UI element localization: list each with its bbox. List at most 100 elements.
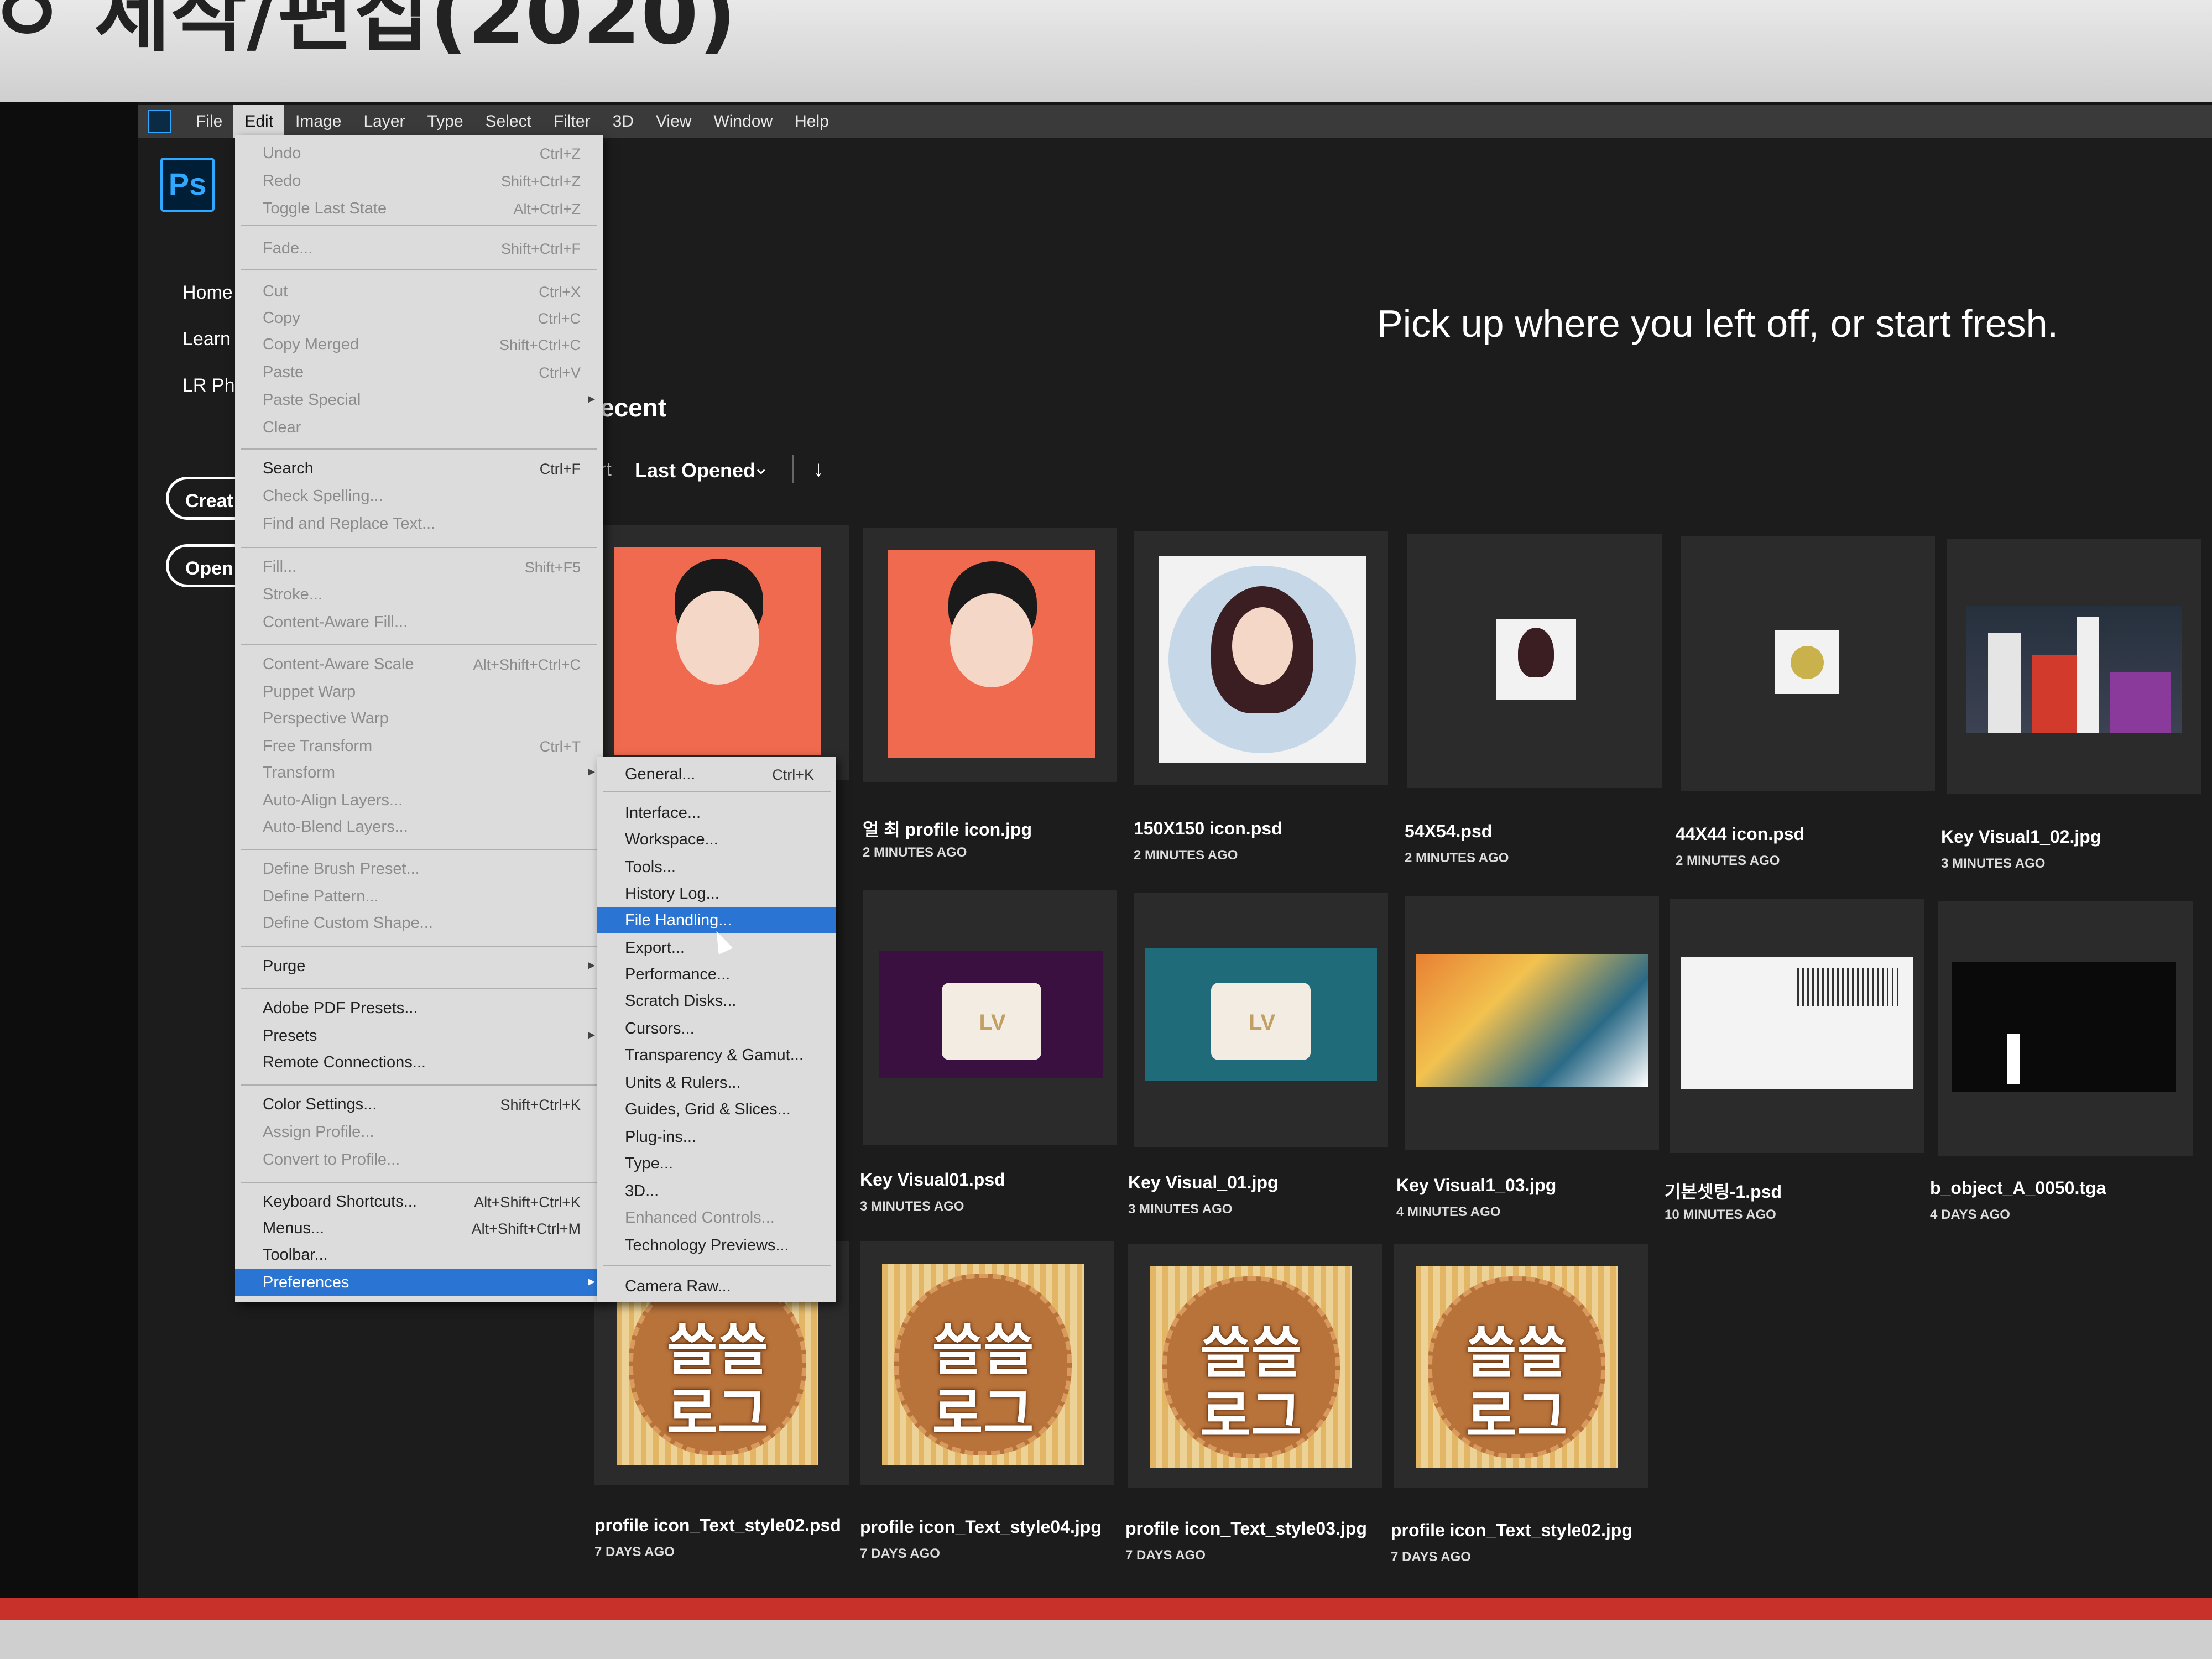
menu-item[interactable]: Perspective Warp	[235, 705, 603, 732]
recent-file-card[interactable]	[1947, 539, 2201, 794]
menu-item[interactable]: Guides, Grid & Slices...	[597, 1096, 836, 1123]
file-name[interactable]: profile icon_Text_style03.jpg	[1125, 1519, 1367, 1539]
recent-file-card[interactable]	[1670, 899, 1924, 1153]
file-name[interactable]: profile icon_Text_style04.jpg	[860, 1517, 1102, 1537]
file-name[interactable]: profile icon_Text_style02.jpg	[1391, 1520, 1632, 1541]
recent-file-card[interactable]: 쓸쓸 로그	[860, 1241, 1114, 1485]
recent-file-card[interactable]	[863, 528, 1117, 782]
nav-home[interactable]: Home	[182, 282, 233, 304]
menu-item[interactable]: Enhanced Controls...	[597, 1204, 836, 1231]
menu-item[interactable]: Transform ▸	[235, 759, 603, 786]
menu-item[interactable]: Assign Profile...	[235, 1119, 603, 1145]
recent-file-card[interactable]	[1134, 531, 1388, 785]
menu-item[interactable]: Search Ctrl+F	[235, 455, 603, 482]
menu-item[interactable]: 3D...	[597, 1178, 836, 1204]
menu-item[interactable]: Clear	[235, 414, 603, 441]
menu-item[interactable]: File Handling...	[597, 907, 836, 933]
menu-file[interactable]: File	[185, 105, 233, 138]
menu-item[interactable]: Content-Aware Scale Alt+Shift+Ctrl+C	[235, 651, 603, 677]
menu-filter[interactable]: Filter	[542, 105, 602, 138]
menu-item[interactable]: Interface...	[597, 800, 836, 826]
file-name[interactable]: profile icon_Text_style02.psd	[594, 1515, 841, 1536]
nav-learn[interactable]: Learn	[182, 328, 231, 350]
sort-dropdown[interactable]: Last Opened	[635, 459, 755, 482]
menu-item[interactable]: Auto-Blend Layers...	[235, 813, 603, 840]
menu-item[interactable]: Plug-ins...	[597, 1124, 836, 1150]
menu-item[interactable]: Type...	[597, 1150, 836, 1177]
menu-item[interactable]: Define Pattern...	[235, 883, 603, 910]
menu-item[interactable]: General... Ctrl+K	[597, 761, 836, 787]
menu-type[interactable]: Type	[416, 105, 474, 138]
menu-window[interactable]: Window	[702, 105, 784, 138]
recent-file-card[interactable]	[1938, 901, 2193, 1156]
menu-item[interactable]: Paste Special ▸	[235, 387, 603, 413]
menu-item[interactable]: Stroke...	[235, 581, 603, 608]
menu-item[interactable]: Undo Ctrl+Z	[235, 140, 603, 166]
file-name[interactable]: b_object_A_0050.tga	[1930, 1178, 2106, 1198]
menu-item[interactable]: Toggle Last State Alt+Ctrl+Z	[235, 195, 603, 222]
menu-item[interactable]: Tools...	[597, 854, 836, 880]
menu-item[interactable]: Units & Rulers...	[597, 1070, 836, 1096]
file-name[interactable]: Key Visual_01.jpg	[1128, 1172, 1279, 1193]
recent-file-card[interactable]: 쓸쓸 로그	[1394, 1244, 1648, 1488]
menu-item[interactable]: Free Transform Ctrl+T	[235, 733, 603, 759]
menu-item[interactable]: History Log...	[597, 880, 836, 907]
menu-item[interactable]: Toolbar...	[235, 1241, 603, 1268]
menu-item[interactable]: Workspace...	[597, 826, 836, 853]
menu-item[interactable]: Fill... Shift+F5	[235, 554, 603, 580]
menu-item[interactable]: Performance...	[597, 961, 836, 988]
menu-item[interactable]: Auto-Align Layers...	[235, 787, 603, 813]
menu-item[interactable]: Color Settings... Shift+Ctrl+K	[235, 1091, 603, 1118]
menu-item[interactable]: Define Brush Preset...	[235, 855, 603, 882]
file-name[interactable]: Key Visual1_03.jpg	[1396, 1175, 1556, 1196]
file-name[interactable]: 54X54.psd	[1405, 821, 1492, 842]
file-name[interactable]: Key Visual1_02.jpg	[1941, 827, 2101, 847]
menu-item[interactable]: Preferences ▸	[235, 1269, 603, 1296]
menu-item[interactable]: Technology Previews...	[597, 1232, 836, 1259]
recent-file-card[interactable]	[594, 525, 849, 780]
menu-item[interactable]: Cut Ctrl+X	[235, 278, 603, 305]
menu-select[interactable]: Select	[474, 105, 542, 138]
recent-file-card[interactable]: 쓸쓸 로그	[1128, 1244, 1383, 1488]
menu-item[interactable]: Copy Merged Shift+Ctrl+C	[235, 331, 603, 358]
menu-item[interactable]: Convert to Profile...	[235, 1146, 603, 1173]
menu-help[interactable]: Help	[784, 105, 840, 138]
nav-lr-photos[interactable]: LR Ph	[182, 375, 235, 397]
menu-view[interactable]: View	[645, 105, 702, 138]
menu-item[interactable]: Presets ▸	[235, 1022, 603, 1049]
sort-direction-icon[interactable]: ↓	[813, 457, 824, 482]
menu-3d[interactable]: 3D	[602, 105, 645, 138]
recent-file-card[interactable]	[1407, 534, 1662, 788]
menu-item[interactable]: Check Spelling...	[235, 483, 603, 509]
menu-item[interactable]: Puppet Warp	[235, 679, 603, 705]
recent-file-card[interactable]	[1405, 896, 1659, 1150]
menu-item[interactable]: Paste Ctrl+V	[235, 359, 603, 385]
menu-item[interactable]: Keyboard Shortcuts... Alt+Shift+Ctrl+K	[235, 1188, 603, 1215]
menu-item[interactable]: Transparency & Gamut...	[597, 1042, 836, 1068]
recent-file-card[interactable]: LV	[1134, 893, 1388, 1147]
menu-item[interactable]: Remote Connections...	[235, 1049, 603, 1076]
menu-item[interactable]: Purge ▸	[235, 953, 603, 979]
menu-item[interactable]: Redo Shift+Ctrl+Z	[235, 168, 603, 194]
menu-item[interactable]: Scratch Disks...	[597, 988, 836, 1014]
menu-image[interactable]: Image	[284, 105, 352, 138]
menu-item[interactable]: Define Custom Shape...	[235, 910, 603, 936]
menu-item[interactable]: Camera Raw...	[597, 1273, 836, 1300]
recent-file-card[interactable]: LV	[863, 890, 1117, 1145]
file-name[interactable]: 기본셋팅-1.psd	[1665, 1178, 1782, 1203]
file-name[interactable]: 44X44 icon.psd	[1676, 824, 1804, 844]
chevron-down-icon[interactable]: ⌄	[753, 457, 769, 479]
recent-file-card[interactable]	[1681, 536, 1936, 791]
menu-item[interactable]: Find and Replace Text...	[235, 510, 603, 537]
ps-mini-icon[interactable]	[148, 110, 171, 133]
file-name[interactable]: 150X150 icon.psd	[1134, 818, 1282, 839]
menu-item[interactable]: Content-Aware Fill...	[235, 609, 603, 635]
file-name[interactable]: Key Visual01.psd	[860, 1170, 1005, 1190]
menu-item[interactable]: Adobe PDF Presets...	[235, 995, 603, 1021]
menu-item[interactable]: Cursors...	[597, 1015, 836, 1042]
menu-edit[interactable]: Edit	[233, 105, 285, 138]
menu-item[interactable]: Copy Ctrl+C	[235, 305, 603, 331]
file-name[interactable]: 얼 최 profile icon.jpg	[863, 816, 1032, 841]
menu-item[interactable]: Menus... Alt+Shift+Ctrl+M	[235, 1215, 603, 1241]
menu-item[interactable]: Fade... Shift+Ctrl+F	[235, 235, 603, 262]
